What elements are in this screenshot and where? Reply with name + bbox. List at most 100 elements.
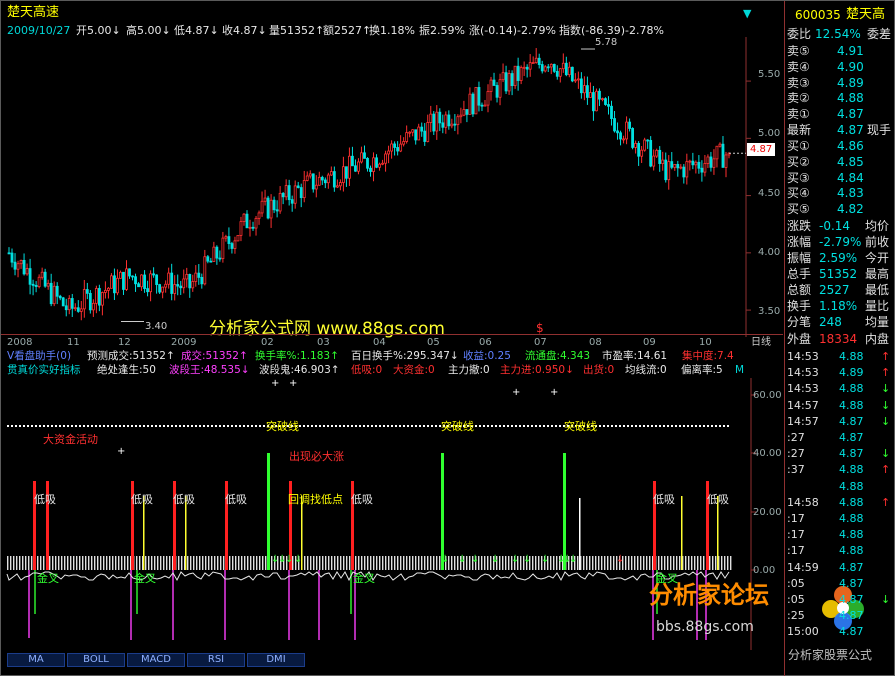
candle-body (88, 292, 92, 311)
indicator-chart[interactable]: + ++ ++↓↓↓ ↓ ↓ ↓ ↓ ↓ ↓ ↓ ↓ ↓↓↓ ↓ (1, 378, 783, 650)
comb-bar (613, 556, 615, 570)
candle-body (345, 166, 348, 179)
indicator-title-2[interactable]: 贯真价实好指标 (7, 364, 81, 377)
candle-body (272, 199, 276, 211)
candle-body (284, 185, 288, 198)
candle-body (489, 79, 493, 92)
candle-body (567, 66, 571, 76)
indicator-tick: 60.00 (753, 390, 782, 401)
date-tick: 07 (534, 337, 547, 348)
comb-bar (115, 556, 117, 570)
comb-bar (241, 556, 243, 570)
bar-amplitude: 振2.59% (419, 24, 465, 37)
tick-cell: 4.87 (839, 431, 864, 444)
price-tick: 4.50 (758, 188, 781, 199)
tab-dmi[interactable]: DMI (247, 653, 305, 667)
buy-row-cell: 4.83 (837, 186, 864, 201)
comb-bar (256, 556, 258, 570)
candlestick-chart[interactable] (1, 37, 783, 337)
comb-bar (31, 556, 33, 570)
sell-row[interactable]: 卖② 4.88 (787, 91, 895, 106)
comb-bar (178, 556, 180, 570)
candle-body (197, 272, 201, 278)
candle-body (471, 93, 475, 115)
date-tick: 06 (479, 337, 492, 348)
candle-body (625, 121, 628, 140)
weibi-row-cell: 委比 (787, 27, 812, 41)
candle-body (64, 305, 68, 311)
dzj-value: 大资金:0 (393, 364, 435, 376)
tick-cell: ↑ (881, 350, 891, 363)
price-tick: 5.00 (758, 128, 781, 139)
comb-bar (82, 556, 84, 570)
comb-bar (712, 556, 714, 570)
candle-body (341, 166, 345, 183)
buy-row[interactable]: 买① 4.86 (787, 139, 895, 154)
candle-body (203, 256, 207, 285)
candle-body (140, 274, 143, 288)
settings-icon[interactable]: ▼ (743, 7, 751, 20)
tab-macd[interactable]: MACD (127, 653, 185, 667)
arrow-marker: ↓ (458, 554, 466, 565)
candle-body (513, 65, 517, 87)
comb-bar (244, 556, 246, 570)
buy-row-cell: 4.82 (837, 202, 864, 217)
comb-bar (709, 556, 711, 570)
candle-body (682, 166, 686, 178)
label-dixi: 低吸 (34, 493, 56, 506)
date-tick: 09 (643, 337, 656, 348)
candle-body (477, 87, 481, 106)
concentration: 集中度:7.4 (682, 350, 734, 362)
buy-row[interactable]: 买② 4.85 (787, 155, 895, 170)
candle-body (348, 155, 351, 179)
comb-bar (208, 556, 210, 570)
comb-bar (703, 556, 705, 570)
tick-cell: 4.88 (839, 528, 864, 542)
bdg-value: 波段鬼:46.903↑ (259, 364, 340, 376)
candle-body (411, 129, 415, 133)
candle-body (73, 307, 77, 310)
stat-row-cell: 总额 (787, 283, 812, 297)
buy-row[interactable]: 买⑤ 4.82 (787, 202, 895, 217)
sell-row-cell: 卖⑤ (787, 44, 810, 58)
date-tick: 11 (67, 337, 80, 348)
candle-body (13, 261, 17, 270)
candle-body (94, 288, 98, 304)
comb-bar (661, 556, 663, 570)
sell-row[interactable]: 卖④ 4.90 (787, 60, 895, 75)
stat-row-cell: 248 (819, 315, 842, 329)
candle-body (561, 62, 565, 70)
period-label[interactable]: 日线 (751, 336, 771, 349)
buy-row-cell: 买④ (787, 186, 810, 201)
tab-rsi[interactable]: RSI (187, 653, 245, 667)
buy-row[interactable]: 买④ 4.83 (787, 186, 895, 201)
candle-body (465, 109, 469, 115)
sell-row[interactable]: 卖③ 4.89 (787, 76, 895, 91)
sell-row[interactable]: 卖⑤ 4.91 (787, 44, 895, 59)
comb-bar (454, 556, 456, 570)
tab-boll[interactable]: BOLL (67, 653, 125, 667)
comb-bar (424, 556, 426, 570)
comb-bar (691, 556, 693, 570)
candle-body (420, 126, 424, 132)
candle-body (405, 132, 409, 142)
tab-ma[interactable]: MA (7, 653, 65, 667)
candle-body (221, 237, 225, 259)
sell-row[interactable]: 卖① 4.87 (787, 107, 895, 122)
price-tick: 5.50 (758, 69, 781, 80)
comb-bar (649, 556, 651, 570)
date-tick: 02 (261, 337, 274, 348)
candle-body (432, 113, 436, 132)
label-dixi: 低吸 (225, 493, 247, 506)
buy-row[interactable]: 买③ 4.84 (787, 171, 895, 186)
candle-body (79, 308, 83, 312)
comb-bar (535, 556, 537, 570)
candle-body (592, 92, 595, 112)
comb-bar (364, 556, 366, 570)
indicator-title[interactable]: V看盘助手(0) (7, 350, 71, 363)
bar-close: 收4.87↓ (222, 24, 267, 37)
candle-body (122, 271, 125, 290)
candle-body (91, 302, 95, 311)
comb-bar (220, 556, 222, 570)
candle-body (149, 273, 152, 293)
